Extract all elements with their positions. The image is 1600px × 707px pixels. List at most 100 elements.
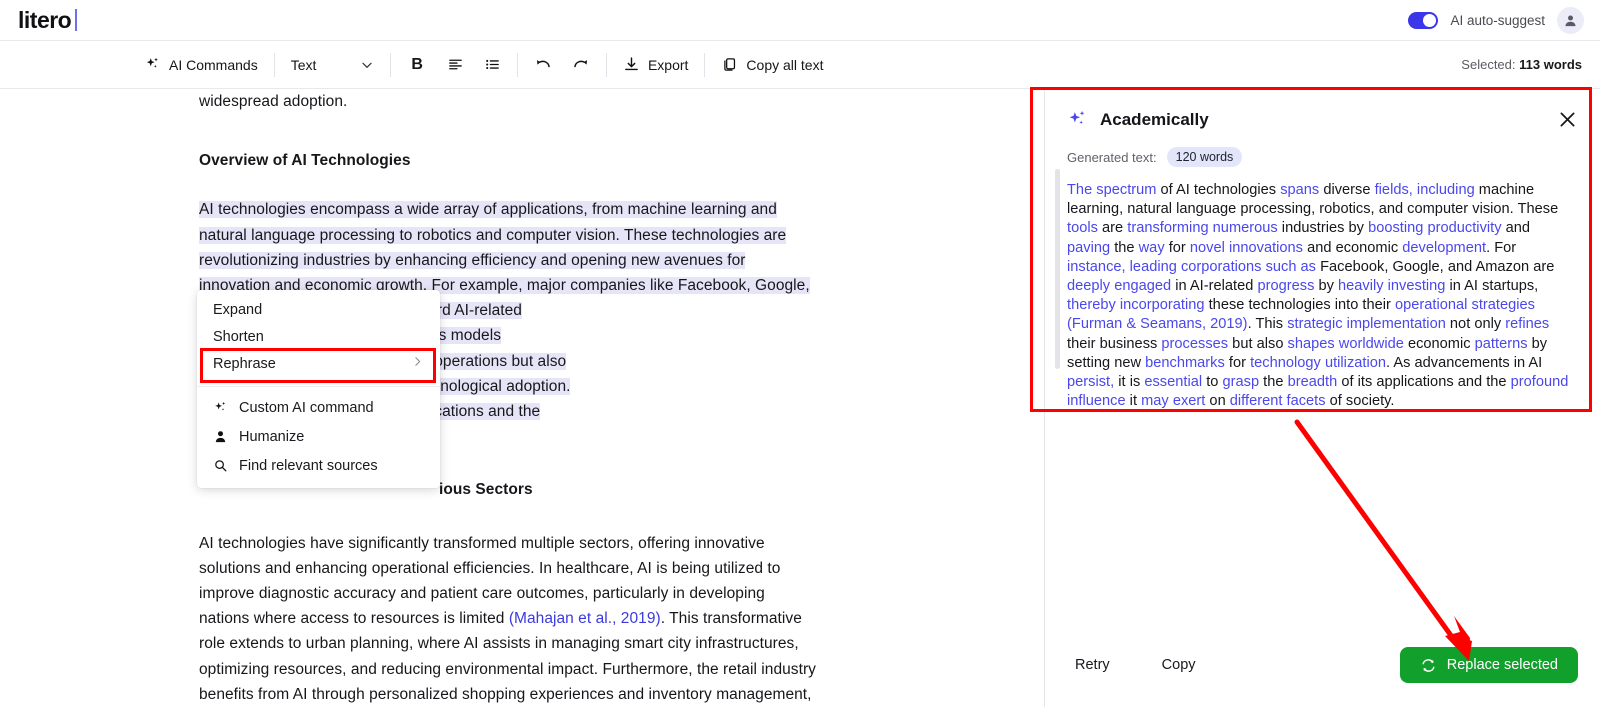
generated-text-diff: heavily investing xyxy=(1338,278,1445,294)
sparkle-icon xyxy=(213,400,239,415)
doc-line: improve diagnostic accuracy and patient … xyxy=(199,585,765,602)
bold-label: B xyxy=(411,56,423,74)
export-button[interactable]: Export xyxy=(613,50,698,79)
editor-toolbar: AI Commands Text B xyxy=(0,41,1600,89)
search-icon xyxy=(213,458,239,473)
doc-line: . This transformative xyxy=(661,610,802,627)
close-icon[interactable] xyxy=(1557,109,1578,130)
ai-commands-label: AI Commands xyxy=(169,57,258,73)
app-logo[interactable]: litero xyxy=(18,7,77,34)
generated-text-diff: strategic implementation xyxy=(1287,316,1446,332)
spacer xyxy=(199,114,853,148)
generated-word-count-badge: 120 words xyxy=(1167,147,1243,167)
generated-text-plain: in AI startups, xyxy=(1445,278,1538,294)
context-menu-label: Expand xyxy=(213,302,262,318)
context-menu-item-rephrase[interactable]: Rephrase xyxy=(197,350,440,377)
doc-line-top: widespread adoption. xyxy=(199,89,853,114)
text-style-select[interactable]: Text xyxy=(281,51,385,79)
generated-text-plain: not only xyxy=(1446,316,1505,332)
copy-icon xyxy=(721,56,738,73)
ai-auto-suggest-toggle[interactable] xyxy=(1408,12,1438,29)
generated-text-plain: of AI technologies xyxy=(1156,182,1280,198)
copy-all-text-label: Copy all text xyxy=(746,57,823,73)
generated-text-diff: refines xyxy=(1505,316,1549,332)
context-menu-item-shorten[interactable]: Shorten xyxy=(197,323,440,350)
person-icon xyxy=(213,429,239,444)
sparkle-icon xyxy=(144,56,161,73)
generated-text-diff: progress xyxy=(1257,278,1314,294)
avatar[interactable] xyxy=(1557,7,1584,34)
generated-text-diff: paving xyxy=(1067,240,1110,256)
toolbar-divider xyxy=(390,53,391,77)
refresh-icon xyxy=(1420,657,1437,674)
context-menu-label: Rephrase xyxy=(213,356,276,372)
generated-text-plain: . For xyxy=(1486,240,1516,256)
generated-text-plain: and economic xyxy=(1303,240,1402,256)
context-menu-item-custom-ai-command[interactable]: Custom AI command xyxy=(213,393,440,422)
selected-words-status: Selected: 113 words xyxy=(1461,57,1582,72)
generated-text-plain: of society. xyxy=(1326,393,1395,409)
text-style-value: Text xyxy=(291,57,317,73)
context-menu-label: Shorten xyxy=(213,329,264,345)
generated-text-plain: are xyxy=(1098,220,1127,236)
generated-text-plain: economic xyxy=(1404,336,1475,352)
generated-text-plain: their business xyxy=(1067,336,1161,352)
generated-text-diff: persist, xyxy=(1067,374,1114,390)
align-left-button[interactable] xyxy=(437,50,474,79)
generated-text-diff: benchmarks xyxy=(1145,355,1225,371)
app-logo-text: litero xyxy=(18,7,71,34)
ai-panel-title: Academically xyxy=(1100,110,1209,130)
generated-text-plain: of its applications and the xyxy=(1337,374,1510,390)
doc-citation[interactable]: (Mahajan et al., 2019) xyxy=(509,610,661,627)
generated-text-plain: but also xyxy=(1228,336,1287,352)
replace-selected-label: Replace selected xyxy=(1447,657,1558,673)
generated-text-plain: in AI-related xyxy=(1171,278,1257,294)
bullet-list-button[interactable] xyxy=(474,50,511,79)
doc-line: solutions and enhancing operational effi… xyxy=(199,560,780,577)
generated-text-diff: essential xyxy=(1144,374,1202,390)
copy-all-text-button[interactable]: Copy all text xyxy=(711,50,833,79)
context-menu-label: Custom AI command xyxy=(239,400,374,416)
generated-text-diff: grasp xyxy=(1223,374,1260,390)
context-menu-label: Humanize xyxy=(239,429,304,445)
bullet-list-icon xyxy=(484,56,501,73)
spacer xyxy=(199,173,853,197)
doc-line: benefits from AI through personalized sh… xyxy=(199,686,812,703)
context-menu-item-find-relevant-sources[interactable]: Find relevant sources xyxy=(213,451,440,480)
context-menu-item-expand[interactable]: Expand xyxy=(197,296,440,323)
copy-button[interactable]: Copy xyxy=(1162,657,1196,673)
generated-text-diff: technology utilization xyxy=(1250,355,1386,371)
generated-text-diff: deeply engaged xyxy=(1067,278,1171,294)
replace-selected-button[interactable]: Replace selected xyxy=(1400,647,1578,683)
ai-commands-button[interactable]: AI Commands xyxy=(134,50,268,79)
chevron-down-icon xyxy=(360,58,374,72)
document-editor[interactable]: widespread adoption. Overview of AI Tech… xyxy=(0,89,1043,707)
generated-text-plain: Facebook, Google, and Amazon are xyxy=(1316,259,1554,275)
generated-text-diff: may exert xyxy=(1141,393,1205,409)
sparkle-icon xyxy=(1067,109,1088,130)
ai-output-panel: Academically Generated text: 120 words T… xyxy=(1044,89,1600,707)
generated-text-plain: it xyxy=(1126,393,1142,409)
bold-button[interactable]: B xyxy=(397,50,437,80)
doc-line: AI technologies encompass a wide array o… xyxy=(199,201,777,218)
generated-text-body: The spectrum of AI technologies spans di… xyxy=(1045,167,1600,411)
generated-text-label: Generated text: xyxy=(1067,150,1157,165)
doc-line: AI technologies have significantly trans… xyxy=(199,535,765,552)
panel-scrollbar[interactable] xyxy=(1055,169,1060,369)
generated-text-row: Generated text: 120 words xyxy=(1045,130,1600,167)
export-label: Export xyxy=(648,57,688,73)
generated-text-diff: spans xyxy=(1280,182,1319,198)
context-menu-item-humanize[interactable]: Humanize xyxy=(213,422,440,451)
selected-count: 113 words xyxy=(1519,57,1582,72)
generated-text-diff: different facets xyxy=(1230,393,1326,409)
generated-text-plain: for xyxy=(1165,240,1190,256)
retry-button[interactable]: Retry xyxy=(1075,657,1110,673)
context-menu-divider xyxy=(197,386,440,387)
redo-button[interactable] xyxy=(562,50,600,80)
undo-button[interactable] xyxy=(524,50,562,80)
align-left-icon xyxy=(447,56,464,73)
generated-text-diff: thereby incorporating xyxy=(1067,297,1205,313)
ai-panel-footer: Retry Copy Replace selected xyxy=(1045,647,1600,707)
generated-text-diff: boosting productivity xyxy=(1368,220,1501,236)
generated-text-diff: transforming numerous xyxy=(1127,220,1277,236)
